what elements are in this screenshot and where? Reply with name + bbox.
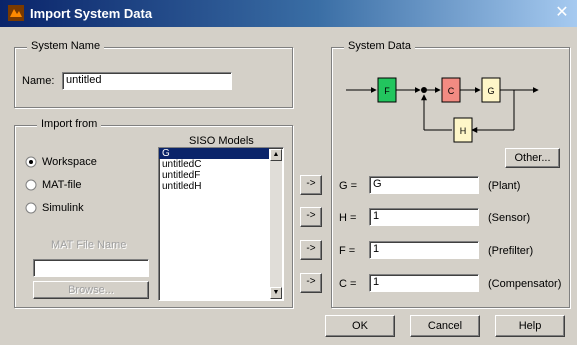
assign-f-button[interactable]: -> xyxy=(300,240,322,260)
c-field[interactable]: 1 xyxy=(369,274,479,292)
c-label: C = xyxy=(339,278,357,290)
help-button[interactable]: Help xyxy=(495,315,565,337)
block-c-label: C xyxy=(448,86,455,96)
radio-mat-file[interactable] xyxy=(25,179,37,191)
import-from-group: Import from Workspace MAT-file Simulink … xyxy=(14,118,293,308)
system-name-group: System Name Name: untitled xyxy=(14,40,293,108)
ok-button[interactable]: OK xyxy=(325,315,395,337)
name-label: Name: xyxy=(22,75,55,87)
siso-models-title: SISO Models xyxy=(189,135,254,147)
browse-button: Browse... xyxy=(33,281,149,299)
mat-file-name-label: MAT File Name xyxy=(51,239,127,251)
g-label: G = xyxy=(339,180,358,192)
list-item[interactable]: untitledH xyxy=(159,181,283,192)
list-item[interactable]: untitledC xyxy=(159,159,283,170)
mat-file-name-field xyxy=(33,259,149,277)
assign-g-button[interactable]: -> xyxy=(300,175,322,195)
f-field[interactable]: 1 xyxy=(369,241,479,259)
title-bar: Import System Data ✕ xyxy=(0,0,577,27)
f-label: F = xyxy=(339,245,356,257)
block-h-label: H xyxy=(460,126,467,136)
list-scrollbar[interactable]: ▲ ▼ xyxy=(270,149,282,299)
block-g-label: G xyxy=(487,86,494,96)
f-desc: (Prefilter) xyxy=(488,245,534,257)
system-data-legend: System Data xyxy=(344,40,415,52)
list-item[interactable]: untitledF xyxy=(159,170,283,181)
g-desc: (Plant) xyxy=(488,180,521,192)
radio-workspace[interactable] xyxy=(25,156,37,168)
close-icon[interactable]: ✕ xyxy=(553,4,571,22)
radio-simulink[interactable] xyxy=(25,202,37,214)
scroll-up-icon[interactable]: ▲ xyxy=(270,149,282,161)
window-title: Import System Data xyxy=(30,6,153,21)
radio-workspace-label: Workspace xyxy=(42,156,97,168)
siso-models-list[interactable]: G untitledC untitledF untitledH ▲ ▼ xyxy=(158,147,284,301)
block-f-label: F xyxy=(384,86,390,96)
other-button[interactable]: Other... xyxy=(505,148,560,168)
cancel-button[interactable]: Cancel xyxy=(410,315,480,337)
g-field[interactable]: G xyxy=(369,176,479,194)
system-data-group: System Data F C G H Other... G = G (Plan… xyxy=(331,40,570,308)
import-from-legend: Import from xyxy=(37,118,102,130)
scroll-down-icon[interactable]: ▼ xyxy=(270,287,282,299)
radio-simulink-label: Simulink xyxy=(42,202,84,214)
c-desc: (Compensator) xyxy=(488,278,562,290)
feedback-block-diagram: F C G H xyxy=(346,77,539,143)
assign-h-button[interactable]: -> xyxy=(300,207,322,227)
assign-c-button[interactable]: -> xyxy=(300,273,322,293)
h-desc: (Sensor) xyxy=(488,212,531,224)
name-field[interactable]: untitled xyxy=(62,72,232,90)
system-name-legend: System Name xyxy=(27,40,105,52)
h-field[interactable]: 1 xyxy=(369,208,479,226)
list-item[interactable]: G xyxy=(159,148,269,159)
matlab-logo-icon xyxy=(8,5,24,21)
radio-mat-file-label: MAT-file xyxy=(42,179,82,191)
h-label: H = xyxy=(339,212,357,224)
